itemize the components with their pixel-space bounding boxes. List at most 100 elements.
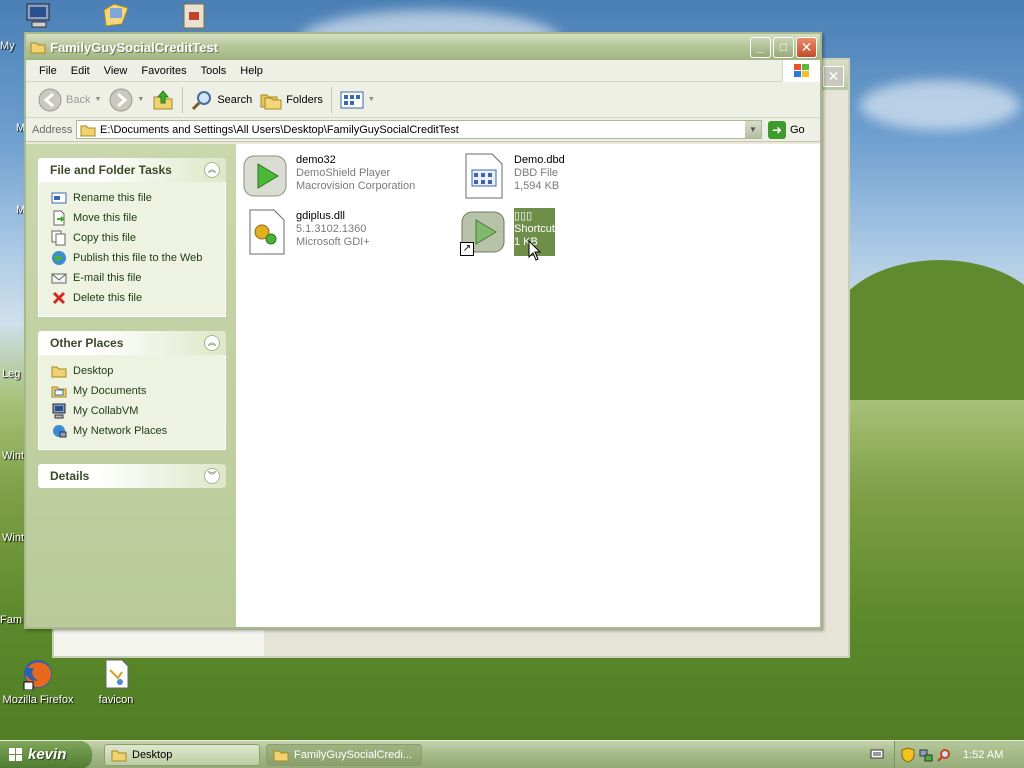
views-icon xyxy=(340,91,364,108)
panel-header[interactable]: Details ︾ xyxy=(38,464,226,488)
desktop-label-partial: Leg xyxy=(2,368,21,380)
file-type: DBD File xyxy=(514,167,559,179)
task-rename[interactable]: Rename this file xyxy=(51,188,225,208)
shortcut-arrow-icon: ↗ xyxy=(460,242,474,256)
task-label: Move this file xyxy=(73,212,138,224)
taskbar-item-label: FamilyGuySocialCredi... xyxy=(294,748,412,761)
move-icon xyxy=(51,210,67,226)
folders-label: Folders xyxy=(286,93,323,106)
desktop-label-partial: My xyxy=(0,40,15,52)
task-copy[interactable]: Copy this file xyxy=(51,228,225,248)
keyboard-icon[interactable] xyxy=(870,747,884,761)
network-icon[interactable] xyxy=(919,748,933,762)
file-folder-tasks-panel: File and Folder Tasks ︽ Rename this file… xyxy=(38,158,226,317)
taskbar-item-familyguy[interactable]: FamilyGuySocialCredi... xyxy=(266,743,422,766)
folder-icon xyxy=(80,125,96,136)
clock[interactable]: 1:52 AM xyxy=(963,749,1003,761)
taskbar-item-label: Desktop xyxy=(132,748,173,761)
play-shortcut-icon: ↗ xyxy=(460,208,508,256)
my-computer-icon[interactable] xyxy=(24,2,54,30)
system-tray: 1:52 AM xyxy=(894,741,1024,768)
file-name: ▯▯▯ xyxy=(514,210,533,222)
place-desktop[interactable]: Desktop xyxy=(51,361,225,381)
chevron-down-icon[interactable]: ▼ xyxy=(745,121,761,138)
maximize-button[interactable]: □ xyxy=(773,37,794,58)
file-type: DemoShield Player xyxy=(296,167,391,179)
file-item[interactable]: Demo.dbd DBD File 1,594 KB xyxy=(460,152,565,200)
archive-icon[interactable] xyxy=(180,2,208,30)
address-input[interactable]: E:\Documents and Settings\All Users\Desk… xyxy=(76,120,762,139)
search-button[interactable]: Search xyxy=(187,86,256,114)
menu-file[interactable]: File xyxy=(32,65,64,77)
panel-title: Other Places xyxy=(50,336,124,350)
start-button[interactable]: kevin xyxy=(0,740,92,768)
panel-title: File and Folder Tasks xyxy=(50,163,172,177)
window-content: File and Folder Tasks ︽ Rename this file… xyxy=(26,144,820,627)
file-item[interactable]: demo32 DemoShield Player Macrovision Cor… xyxy=(242,152,415,200)
forward-button[interactable]: ▼ xyxy=(105,86,148,114)
back-button[interactable]: Back ▼ xyxy=(34,86,105,114)
task-delete[interactable]: Delete this file xyxy=(51,288,225,308)
up-folder-button[interactable] xyxy=(148,86,178,114)
task-email[interactable]: E-mail this file xyxy=(51,268,225,288)
address-value: E:\Documents and Settings\All Users\Desk… xyxy=(100,123,459,136)
views-button[interactable]: ▼ xyxy=(336,86,379,114)
search-icon[interactable] xyxy=(937,748,951,762)
minimize-button[interactable]: _ xyxy=(750,37,771,58)
folders-button[interactable]: Folders xyxy=(256,86,327,114)
search-label: Search xyxy=(217,93,253,106)
file-info: Macrovision Corporation xyxy=(296,180,416,192)
desktop-label-partial: Wint xyxy=(2,532,24,544)
explorer-window: FamilyGuySocialCreditTest _ □ ✕ File Edi… xyxy=(24,32,822,629)
place-network[interactable]: My Network Places xyxy=(51,421,225,441)
place-my-collabvm[interactable]: My CollabVM xyxy=(51,401,225,421)
folder-icon xyxy=(51,363,67,379)
go-button[interactable]: ➜ Go xyxy=(768,120,805,139)
task-publish[interactable]: Publish this file to the Web xyxy=(51,248,225,268)
task-label: Delete this file xyxy=(73,292,143,304)
menu-favorites[interactable]: Favorites xyxy=(134,65,193,77)
toolbar-separator xyxy=(330,86,332,113)
desktop-icon-label: Mozilla Firefox xyxy=(2,694,74,706)
titlebar[interactable]: FamilyGuySocialCreditTest _ □ ✕ xyxy=(26,34,820,60)
place-label: My CollabVM xyxy=(73,405,139,417)
collapse-icon[interactable]: ︽ xyxy=(204,335,220,351)
expand-icon[interactable]: ︾ xyxy=(204,468,220,484)
shield-icon[interactable] xyxy=(901,747,915,763)
globe-icon xyxy=(51,250,67,266)
desktop-label-partial: Wint xyxy=(2,450,24,462)
file-list[interactable]: demo32 DemoShield Player Macrovision Cor… xyxy=(236,144,820,627)
menu-tools[interactable]: Tools xyxy=(194,65,234,77)
close-button[interactable]: ✕ xyxy=(796,37,817,58)
copy-icon xyxy=(51,230,67,246)
panel-header[interactable]: Other Places ︽ xyxy=(38,331,226,355)
file-item[interactable]: gdiplus.dll 5.1.3102.1360 Microsoft GDI+ xyxy=(242,208,370,256)
chevron-down-icon[interactable]: ▼ xyxy=(137,96,144,103)
my-documents-icon[interactable] xyxy=(100,2,132,30)
desktop-icon-favicon[interactable]: favicon xyxy=(78,658,154,706)
task-move[interactable]: Move this file xyxy=(51,208,225,228)
folder-icon xyxy=(273,750,289,761)
close-icon[interactable]: ✕ xyxy=(823,66,844,87)
menu-view[interactable]: View xyxy=(97,65,135,77)
up-folder-icon xyxy=(153,89,173,109)
rename-icon xyxy=(51,190,67,206)
go-label: Go xyxy=(790,123,805,136)
desktop-icon-firefox[interactable]: Mozilla Firefox xyxy=(0,658,76,706)
panel-header[interactable]: File and Folder Tasks ︽ xyxy=(38,158,226,182)
forward-arrow-icon xyxy=(109,88,133,111)
firefox-icon xyxy=(22,658,54,691)
place-my-documents[interactable]: My Documents xyxy=(51,381,225,401)
menu-help[interactable]: Help xyxy=(233,65,270,77)
file-info: 1,594 KB xyxy=(514,180,560,192)
chevron-down-icon[interactable]: ▼ xyxy=(94,96,101,103)
task-label: Publish this file to the Web xyxy=(73,252,203,264)
image-file-icon xyxy=(100,658,132,690)
task-pane: File and Folder Tasks ︽ Rename this file… xyxy=(26,144,236,627)
collapse-icon[interactable]: ︽ xyxy=(204,162,220,178)
menu-edit[interactable]: Edit xyxy=(64,65,97,77)
dll-icon xyxy=(242,208,290,256)
taskbar-item-desktop[interactable]: Desktop xyxy=(104,743,260,766)
place-label: Desktop xyxy=(73,365,114,377)
desktop-label-partial: Fam xyxy=(0,614,22,626)
